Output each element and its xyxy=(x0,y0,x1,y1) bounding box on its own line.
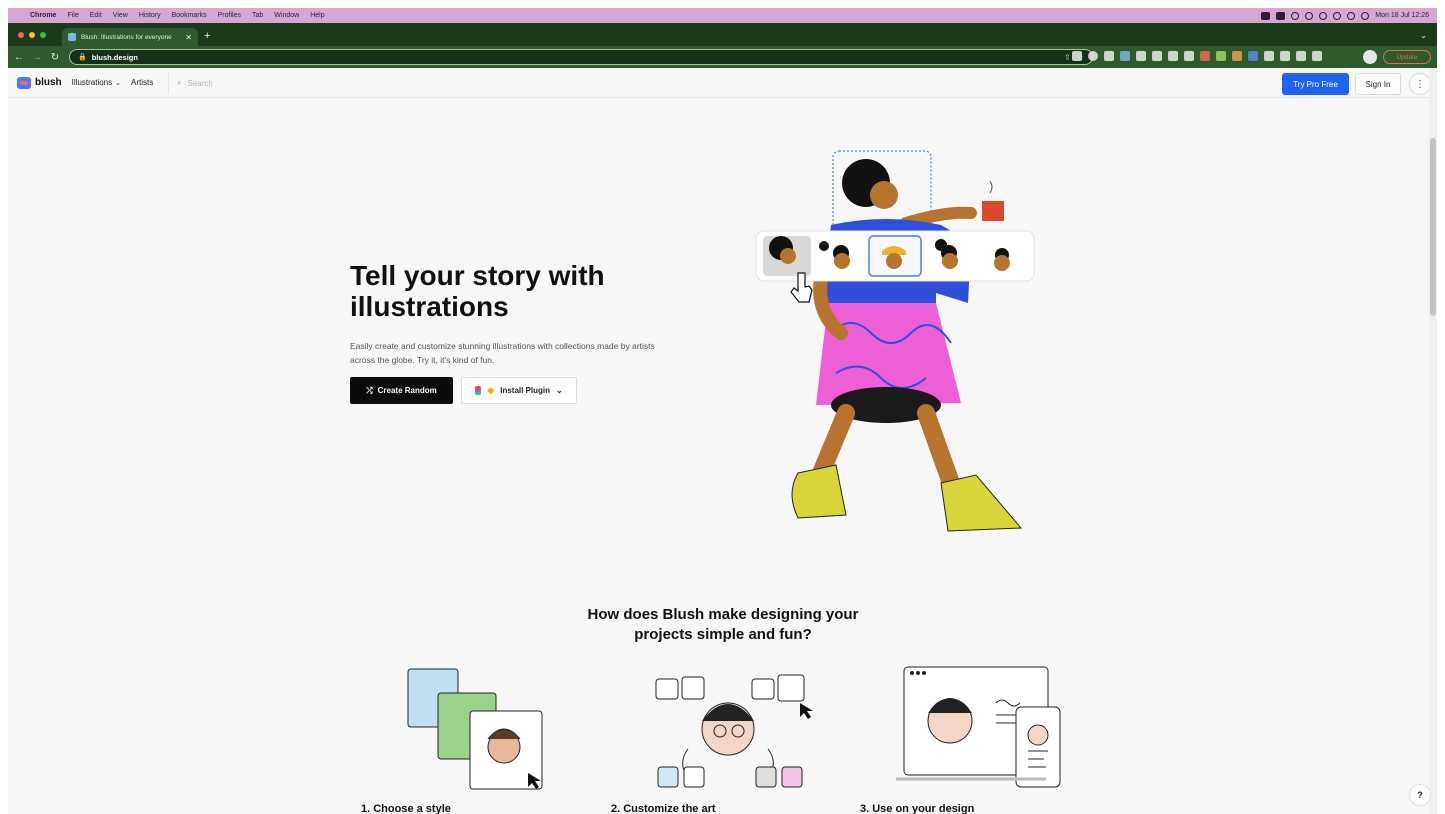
step-2-label: 2. Customize the art xyxy=(611,803,716,814)
browser-tabstrip: Blush: Illustrations for everyone ✕ + ⌄ xyxy=(8,23,1437,46)
create-random-label: Create Random xyxy=(377,386,437,395)
blush-logo-icon xyxy=(17,76,31,89)
avatar-option[interactable] xyxy=(994,255,1010,271)
extensions-bar xyxy=(1072,51,1322,61)
choose-style-illustration xyxy=(407,668,543,790)
reading-list-icon[interactable] xyxy=(1296,51,1306,61)
extension-icon[interactable] xyxy=(1216,51,1226,61)
menu-profiles[interactable]: Profiles xyxy=(218,12,241,19)
new-tab-icon[interactable]: + xyxy=(204,30,210,42)
wifi-icon[interactable] xyxy=(1347,11,1356,20)
clock[interactable]: Mon 18 Jul 12:26 xyxy=(1375,12,1429,19)
minimize-window-icon[interactable] xyxy=(29,32,35,38)
hero-illustration xyxy=(755,150,1035,532)
browser-toolbar: ← → ↻ 🔒 blush.design ⇪ ☆ xyxy=(8,46,1437,68)
status-app-icon[interactable] xyxy=(1291,11,1300,20)
extension-icon[interactable] xyxy=(1280,51,1290,61)
status-app-icon[interactable] xyxy=(1276,11,1286,20)
address-bar[interactable]: 🔒 blush.design ⇪ ☆ xyxy=(69,49,1093,65)
url-text[interactable]: blush.design xyxy=(92,53,138,62)
hero-title: Tell your story with illustrations xyxy=(350,260,605,322)
tab-title: Blush: Illustrations for everyone xyxy=(81,33,172,41)
extension-icon[interactable] xyxy=(1072,51,1082,61)
step-3-label: 3. Use on your design xyxy=(860,803,975,814)
zoom-window-icon[interactable] xyxy=(40,32,46,38)
forward-icon[interactable]: → xyxy=(30,52,44,63)
share-icon[interactable]: ⇪ xyxy=(1064,53,1071,62)
nav-illustrations[interactable]: Illustrations ⌄ xyxy=(72,78,121,87)
shuffle-icon: ⤮ xyxy=(366,385,373,395)
window-controls xyxy=(18,32,46,38)
menu-view[interactable]: View xyxy=(113,12,128,19)
extension-icon[interactable] xyxy=(1152,51,1162,61)
side-panel-icon[interactable] xyxy=(1312,51,1322,61)
volume-icon[interactable] xyxy=(1333,11,1342,20)
sketch-icon: ◆ xyxy=(487,385,495,395)
back-icon[interactable]: ← xyxy=(12,52,26,63)
step-1-label: 1. Choose a style xyxy=(361,803,451,814)
more-menu-button[interactable]: ⋮ xyxy=(1409,73,1431,95)
extension-icon[interactable] xyxy=(1136,51,1146,61)
update-button[interactable]: Update xyxy=(1383,50,1431,64)
extension-icon[interactable] xyxy=(1184,51,1194,61)
hero-subtitle: Easily create and customize stunning ill… xyxy=(350,341,655,365)
menu-file[interactable]: File xyxy=(67,12,78,19)
install-plugin-label: Install Plugin xyxy=(500,386,550,395)
sign-in-button[interactable]: Sign In xyxy=(1355,73,1401,95)
screen: Chrome File Edit View History Bookmarks … xyxy=(8,8,1437,814)
close-window-icon[interactable] xyxy=(18,32,24,38)
menu-app[interactable]: Chrome xyxy=(30,12,56,19)
how-title: How does Blush make designing your proje… xyxy=(587,606,859,643)
create-random-button[interactable]: ⤮ Create Random xyxy=(350,377,453,404)
tab-close-icon[interactable]: ✕ xyxy=(185,33,192,42)
help-button[interactable]: ? xyxy=(1409,784,1431,806)
extension-icon[interactable] xyxy=(1104,51,1114,61)
menu-history[interactable]: History xyxy=(139,12,161,19)
try-pro-button[interactable]: Try Pro Free xyxy=(1282,73,1349,95)
search-placeholder: Search xyxy=(187,78,213,88)
menu-tab[interactable]: Tab xyxy=(252,12,263,19)
status-app-icon[interactable] xyxy=(1319,11,1328,20)
search-icon[interactable] xyxy=(1361,11,1370,20)
extension-icon[interactable] xyxy=(1232,51,1242,61)
nav-illustrations-label: Illustrations xyxy=(71,78,113,87)
blush-logo[interactable]: blush xyxy=(17,76,62,89)
logo-wordmark: blush xyxy=(35,77,62,88)
favicon-icon xyxy=(68,33,76,41)
install-plugin-button[interactable]: ◆ Install Plugin ⌄ xyxy=(461,377,577,404)
customize-art-illustration xyxy=(655,674,813,788)
status-app-icon[interactable] xyxy=(1261,11,1271,20)
status-icons: Mon 18 Jul 12:26 xyxy=(1261,11,1437,20)
extension-icon[interactable] xyxy=(1248,51,1258,61)
lock-icon[interactable]: 🔒 xyxy=(78,53,87,61)
chevron-down-icon: ⌄ xyxy=(115,79,122,87)
extension-icon[interactable] xyxy=(1088,51,1098,61)
menu-help[interactable]: Help xyxy=(310,12,324,19)
macos-menubar: Chrome File Edit View History Bookmarks … xyxy=(8,8,1437,23)
avatar-option[interactable] xyxy=(942,253,958,269)
figma-icon xyxy=(475,386,482,395)
coffee-cup xyxy=(982,201,1004,221)
extension-icon[interactable] xyxy=(1168,51,1178,61)
search-icon: ⌕ xyxy=(177,78,182,87)
menu-edit[interactable]: Edit xyxy=(90,12,102,19)
site-header: blush Illustrations ⌄ Artists ⌕ Search T… xyxy=(8,68,1437,98)
profile-avatar[interactable] xyxy=(1363,50,1377,64)
chevron-down-icon: ⌄ xyxy=(556,386,563,395)
tab-search-chevron-icon[interactable]: ⌄ xyxy=(1420,31,1427,40)
use-on-design-illustration xyxy=(896,666,1061,788)
extensions-puzzle-icon[interactable] xyxy=(1264,51,1274,61)
extension-icon[interactable] xyxy=(1200,51,1210,61)
status-app-icon[interactable] xyxy=(1305,11,1314,20)
reload-icon[interactable]: ↻ xyxy=(48,52,62,63)
nav-artists[interactable]: Artists xyxy=(131,78,153,87)
scroll-thumb[interactable] xyxy=(1430,138,1436,316)
extension-icon[interactable] xyxy=(1120,51,1130,61)
page-scrollbar[interactable] xyxy=(1429,68,1437,814)
menu-bookmarks[interactable]: Bookmarks xyxy=(172,12,207,19)
search-input[interactable]: ⌕ Search xyxy=(168,72,1272,94)
browser-tab[interactable]: Blush: Illustrations for everyone ✕ xyxy=(62,28,198,46)
menu-window[interactable]: Window xyxy=(274,12,299,19)
avatar-option[interactable] xyxy=(834,253,850,269)
